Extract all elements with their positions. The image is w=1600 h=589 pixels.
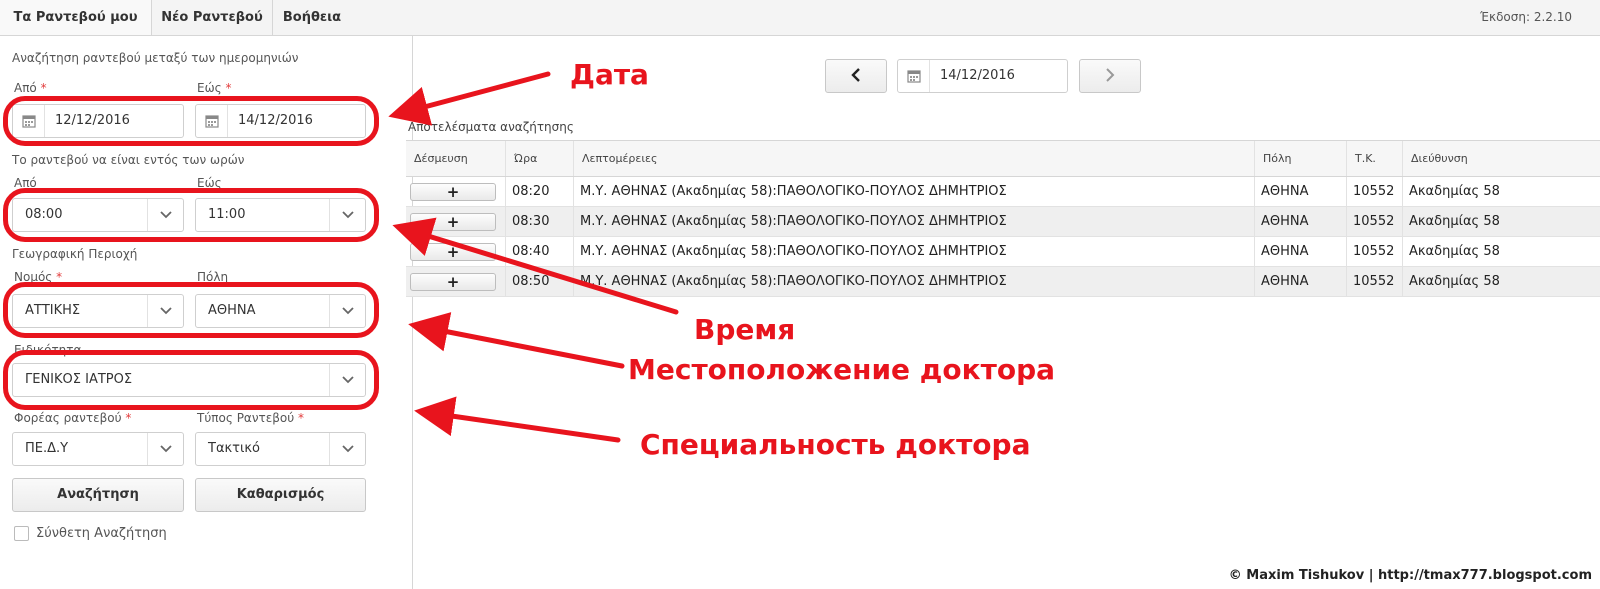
tab-new-appointment[interactable]: Νέο Ραντεβού [152, 0, 273, 35]
version-label: Έκδοση: 2.2.10 [1480, 10, 1572, 24]
column-header-zip[interactable]: Τ.Κ. [1347, 141, 1403, 176]
provider-select[interactable]: ΠΕ.Δ.Υ [12, 432, 184, 466]
book-button[interactable]: + [410, 212, 496, 231]
annotation-ring-location [3, 282, 379, 338]
chevron-right-icon [1105, 67, 1115, 86]
top-nav: Τα Ραντεβού μου Νέο Ραντεβού Βοήθεια Έκδ… [0, 0, 1600, 36]
hours-title: Το ραντεβού να είναι εντός των ωρών [12, 153, 245, 167]
row-time: 08:30 [506, 207, 574, 236]
results-table: Δέσμευση Ώρα Λεπτομέρειες Πόλη Τ.Κ. Διεύ… [406, 140, 1600, 297]
book-button[interactable]: + [410, 242, 496, 261]
tab-my-appointments[interactable]: Τα Ραντεβού μου [0, 0, 152, 35]
row-time: 08:50 [506, 267, 574, 296]
annotation-ring-dates [3, 96, 379, 146]
provider-label: Φορέας ραντεβού * [14, 411, 132, 425]
chevron-down-icon [329, 433, 365, 465]
chevron-left-icon [851, 67, 861, 86]
copyright-watermark: © Maxim Tishukov | http://tmax777.blogsp… [1226, 568, 1594, 583]
date-from-label: Από * [14, 81, 47, 95]
row-details: Μ.Υ. ΑΘΗΝΑΣ (Ακαδημίας 58):ΠΑΘΟΛΟΓΙΚΟ-ΠΟ… [574, 207, 1255, 236]
date-to-label: Εώς * [197, 81, 232, 95]
annotation-label-location: Местоположение доктора [628, 353, 1056, 386]
column-header-booking[interactable]: Δέσμευση [406, 141, 506, 176]
book-button[interactable]: + [410, 272, 496, 291]
row-details: Μ.Υ. ΑΘΗΝΑΣ (Ακαδημίας 58):ΠΑΘΟΛΟΓΙΚΟ-ΠΟ… [574, 267, 1255, 296]
book-button[interactable]: + [410, 182, 496, 201]
provider-value: ΠΕ.Δ.Υ [25, 441, 69, 456]
tab-help[interactable]: Βοήθεια [273, 0, 351, 35]
search-title: Αναζήτηση ραντεβού μεταξύ των ημερομηνιώ… [12, 51, 299, 65]
row-address: Ακαδημίας 58 [1409, 184, 1500, 199]
row-details: Μ.Υ. ΑΘΗΝΑΣ (Ακαδημίας 58):ΠΑΘΟΛΟΓΙΚΟ-ΠΟ… [574, 177, 1255, 206]
table-header: Δέσμευση Ώρα Λεπτομέρειες Πόλη Τ.Κ. Διεύ… [406, 141, 1600, 177]
chevron-down-icon [147, 433, 183, 465]
calendar-icon [898, 60, 930, 92]
row-city: ΑΘΗΝΑ [1255, 177, 1347, 206]
search-button[interactable]: Αναζήτηση [12, 478, 184, 512]
row-details: Μ.Υ. ΑΘΗΝΑΣ (Ακαδημίας 58):ΠΑΘΟΛΟΓΙΚΟ-ΠΟ… [574, 237, 1255, 266]
row-zip: 10552 [1347, 267, 1403, 296]
annotation-label-time: Время [694, 313, 796, 346]
annotation-ring-hours [3, 188, 379, 242]
table-row: + 08:30 Μ.Υ. ΑΘΗΝΑΣ (Ακαδημίας 58):ΠΑΘΟΛ… [406, 207, 1600, 237]
column-header-address[interactable]: Διεύθυνση [1403, 141, 1600, 176]
row-zip: 10552 [1347, 237, 1403, 266]
annotation-label-date: Дата [570, 58, 649, 91]
next-day-button[interactable] [1079, 59, 1141, 93]
advanced-search-checkbox[interactable] [14, 526, 29, 541]
current-date-field[interactable]: 14/12/2016 [897, 59, 1068, 93]
column-header-details[interactable]: Λεπτομέρειες [574, 141, 1255, 176]
clear-button[interactable]: Καθαρισμός [195, 478, 366, 512]
current-date-value: 14/12/2016 [940, 68, 1015, 83]
row-city: ΑΘΗΝΑ [1255, 237, 1347, 266]
row-address: Ακαδημίας 58 [1409, 274, 1500, 289]
annotation-ring-specialty [3, 350, 379, 410]
row-zip: 10552 [1347, 177, 1403, 206]
row-time: 08:20 [506, 177, 574, 206]
table-row: + 08:20 Μ.Υ. ΑΘΗΝΑΣ (Ακαδημίας 58):ΠΑΘΟΛ… [406, 177, 1600, 207]
advanced-search-label: Σύνθετη Αναζήτηση [36, 526, 167, 541]
row-city: ΑΘΗΝΑ [1255, 267, 1347, 296]
annotation-label-specialty: Специальность доктора [640, 428, 1031, 461]
row-address: Ακαδημίας 58 [1409, 214, 1500, 229]
geo-title: Γεωγραφική Περιοχή [12, 247, 138, 261]
appt-type-label: Τύπος Ραντεβού * [197, 411, 305, 425]
table-row: + 08:50 Μ.Υ. ΑΘΗΝΑΣ (Ακαδημίας 58):ΠΑΘΟΛ… [406, 267, 1600, 297]
row-city: ΑΘΗΝΑ [1255, 207, 1347, 236]
column-header-city[interactable]: Πόλη [1255, 141, 1347, 176]
row-time: 08:40 [506, 237, 574, 266]
table-row: + 08:40 Μ.Υ. ΑΘΗΝΑΣ (Ακαδημίας 58):ΠΑΘΟΛ… [406, 237, 1600, 267]
results-title: Αποτελέσματα αναζήτησης [408, 120, 574, 134]
appt-type-value: Τακτικό [208, 441, 261, 456]
row-zip: 10552 [1347, 207, 1403, 236]
appt-type-select[interactable]: Τακτικό [195, 432, 366, 466]
row-address: Ακαδημίας 58 [1409, 244, 1500, 259]
previous-day-button[interactable] [825, 59, 887, 93]
column-header-time[interactable]: Ώρα [506, 141, 574, 176]
